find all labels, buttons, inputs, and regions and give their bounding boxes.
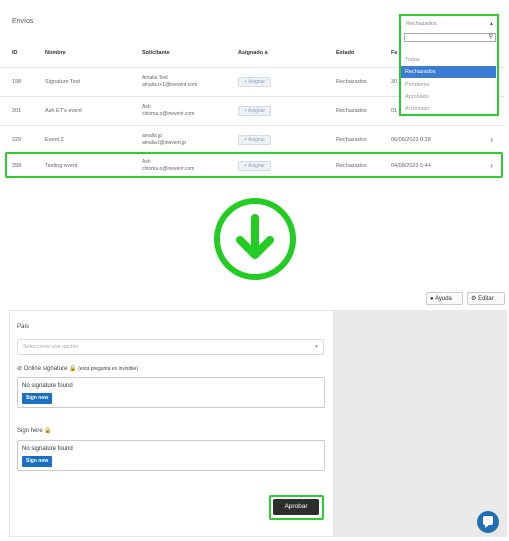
option-aprobado[interactable]: Aprobado bbox=[401, 91, 496, 103]
row-id: 201 bbox=[12, 108, 22, 114]
online-signature-label: ⊘ Online signature 🔒 (esta pregunta es i… bbox=[17, 365, 138, 372]
lock-icon: 🔒 bbox=[69, 366, 77, 372]
sign-now-button[interactable]: Sign now bbox=[22, 456, 53, 467]
assign-button[interactable]: + Asignar bbox=[238, 77, 271, 87]
option-todos[interactable]: Todos bbox=[401, 54, 496, 66]
table-row[interactable]: 229 Event 2 amalia jp amalia.t@inevent.j… bbox=[0, 125, 505, 154]
chat-bubble-icon[interactable] bbox=[477, 511, 499, 533]
col-header-estado: Estado bbox=[336, 50, 355, 56]
status-filter-dropdown[interactable]: Rechazados ▲ ⚲ Todos Rechazados Pendient… bbox=[399, 14, 499, 116]
gear-icon: ⚙ bbox=[471, 296, 477, 302]
caret-up-icon: ▲ bbox=[489, 21, 494, 27]
row-date: 01 bbox=[391, 108, 398, 114]
status-filter-value: Rechazados bbox=[406, 21, 437, 27]
row-requester: Ash chioma.o@inevent.com bbox=[142, 104, 194, 117]
invisible-note: (esta pregunta es invisible) bbox=[78, 366, 138, 372]
no-signature-text: No signature found bbox=[22, 446, 73, 452]
row-name: Ash ET's event bbox=[45, 108, 82, 114]
assign-button[interactable]: + Asignar bbox=[238, 106, 271, 116]
requester-email: chioma.o@inevent.com bbox=[142, 110, 195, 117]
chevron-down-icon: ▼ bbox=[314, 344, 319, 350]
row-status: Rechazados bbox=[336, 79, 367, 85]
col-header-fecha: Fe bbox=[391, 50, 398, 56]
help-label: Ayuda bbox=[434, 296, 452, 302]
preview-area bbox=[334, 310, 507, 537]
submissions-panel: Envíos ID Nombre Solicitante Asignado a … bbox=[0, 0, 509, 186]
row-date: 30 bbox=[391, 79, 398, 85]
col-header-asignado: Asignado a bbox=[238, 50, 268, 56]
eye-slash-icon: ⊘ bbox=[17, 366, 23, 372]
help-button[interactable]: ● Ayuda bbox=[426, 292, 463, 305]
page-title: Envíos bbox=[12, 18, 34, 25]
row-status: Rechazados bbox=[336, 108, 367, 114]
requester-email: amalia.t+1@inevent.com bbox=[142, 81, 198, 88]
approve-button[interactable]: Aprobar bbox=[273, 499, 319, 515]
row-requester: Amalia Test amalia.t+1@inevent.com bbox=[142, 75, 197, 88]
lock-icon: 🔒 bbox=[44, 428, 52, 434]
sign-now-button[interactable]: Sign now bbox=[22, 393, 53, 404]
assign-button[interactable]: + Asignar bbox=[238, 135, 271, 145]
online-signature-text: Online signature bbox=[23, 366, 68, 372]
sign-here-text: Sign here bbox=[17, 428, 43, 434]
approve-highlight: Aprobar bbox=[269, 495, 324, 520]
online-signature-box: No signature found Sign now bbox=[17, 377, 325, 408]
row-id: 198 bbox=[12, 79, 22, 85]
edit-label: Editar bbox=[478, 296, 494, 302]
pais-label: País bbox=[17, 324, 30, 330]
row-name: Event 2 bbox=[45, 137, 64, 143]
help-icon: ● bbox=[430, 296, 434, 302]
row-status: Rechazados bbox=[336, 137, 367, 143]
row-date: 06/06/2023 0:28 bbox=[391, 137, 431, 143]
chevron-right-icon[interactable]: › bbox=[490, 135, 493, 144]
pais-select[interactable]: Seleccione una opción ▼ bbox=[17, 339, 324, 355]
col-header-solicitante: Solicitante bbox=[142, 50, 170, 56]
col-header-nombre: Nombre bbox=[45, 50, 66, 56]
col-header-id: ID bbox=[12, 50, 18, 56]
sign-here-label: Sign here 🔒 bbox=[17, 427, 52, 434]
option-rechazados[interactable]: Rechazados bbox=[401, 66, 496, 78]
row-name: Signature Test bbox=[45, 79, 81, 85]
row-requester: amalia jp amalia.t@inevent.jp bbox=[142, 133, 186, 146]
no-signature-text: No signature found bbox=[22, 383, 73, 389]
requester-email: amalia.t@inevent.jp bbox=[142, 139, 186, 146]
edit-button[interactable]: ⚙ Editar bbox=[467, 292, 505, 305]
pais-placeholder: Seleccione una opción bbox=[23, 344, 79, 350]
arrow-down-icon bbox=[214, 198, 296, 280]
dropdown-search-input[interactable]: ⚲ bbox=[404, 33, 496, 42]
row-id: 229 bbox=[12, 137, 22, 143]
status-filter-select[interactable]: Rechazados ▲ bbox=[404, 18, 496, 30]
search-icon: ⚲ bbox=[488, 34, 493, 40]
option-pendiente[interactable]: Pendiente bbox=[401, 79, 496, 91]
row-highlight bbox=[5, 152, 503, 178]
option-archivado[interactable]: Archivado bbox=[401, 103, 496, 115]
sign-here-box: No signature found Sign now bbox=[17, 440, 325, 471]
